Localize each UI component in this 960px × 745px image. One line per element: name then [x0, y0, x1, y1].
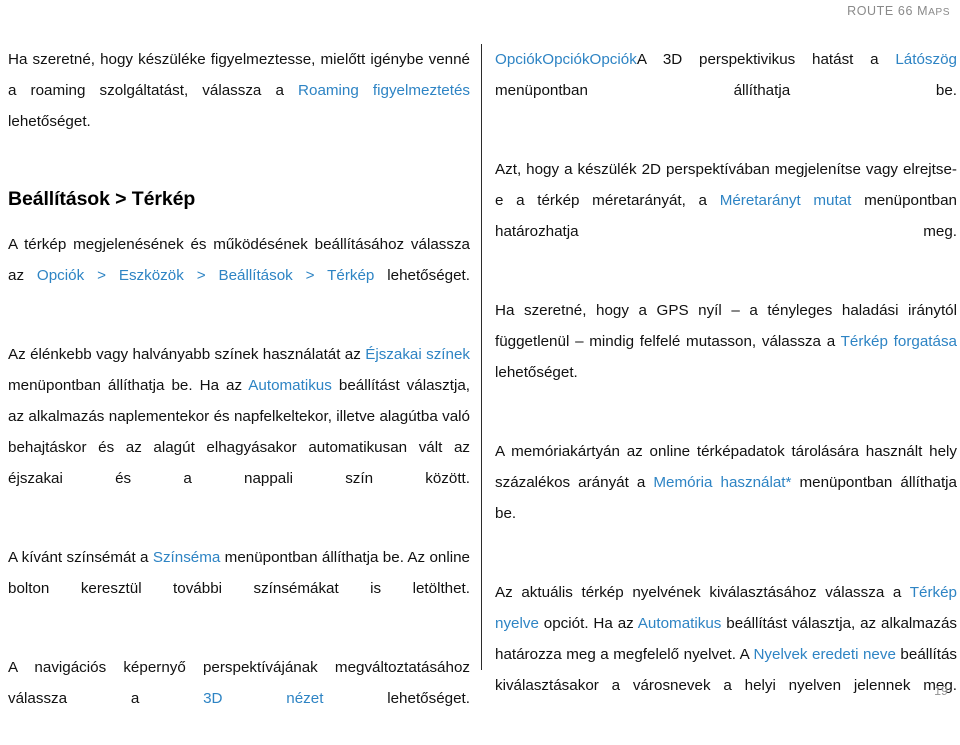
- text-run: menüpontban állíthatja be. Ha az: [8, 377, 249, 394]
- right-column: OpciókOpciókOpciókA 3D perspektivikus ha…: [495, 44, 957, 732]
- text-run: opciót. Ha az: [538, 615, 638, 632]
- text-run: menüpontban állíthatja be.: [495, 82, 957, 99]
- link-automatikus[interactable]: Automatikus: [638, 615, 722, 632]
- paragraph-viewing-angle: OpciókOpciókOpciókA 3D perspektivikus ha…: [495, 44, 957, 137]
- link-opciok-repeated[interactable]: OpciókOpciókOpciók: [495, 51, 637, 68]
- paragraph-night-colors: Az élénkebb vagy halványabb színek haszn…: [8, 339, 470, 525]
- text-run: A 3D perspektivikus hatást a: [636, 51, 896, 68]
- link-memoria-hasznalat[interactable]: Memória használat*: [653, 474, 791, 491]
- breadcrumb-separator: >: [183, 267, 219, 284]
- paragraph-map-rotation: Ha szeretné, hogy a GPS nyíl – a tényleg…: [495, 295, 957, 419]
- link-terkep[interactable]: Térkép: [327, 267, 374, 284]
- link-szinsema[interactable]: Színséma: [153, 549, 221, 566]
- link-meteranyt-mutat[interactable]: Méretarányt mutat: [720, 192, 852, 209]
- left-column: Ha szeretné, hogy készüléke figyelmeztes…: [8, 44, 470, 745]
- column-divider: [481, 44, 482, 670]
- section-heading-beallitasok-terkep: Beállítások > Térkép: [8, 188, 196, 210]
- breadcrumb-separator: >: [84, 267, 119, 284]
- paragraph-roaming-warning: Ha szeretné, hogy készüléke figyelmeztes…: [8, 44, 470, 168]
- text-run: A kívánt színsémát a: [8, 549, 153, 566]
- link-latoszog[interactable]: Látószög: [895, 51, 957, 68]
- paragraph-memory-usage: A memóriakártyán az online térképadatok …: [495, 436, 957, 560]
- link-ejszakai-szinek[interactable]: Éjszakai színek: [365, 346, 470, 363]
- paragraph-map-settings-path: A térkép megjelenésének és működésének b…: [8, 229, 470, 322]
- link-roaming-figyelmeztetes[interactable]: Roaming figyelmeztetés: [298, 82, 470, 99]
- text-run: Az élénkebb vagy halványabb színek haszn…: [8, 346, 366, 363]
- paragraph-3d-view: A navigációs képernyő perspektívájának m…: [8, 652, 470, 745]
- paragraph-show-scale: Azt, hogy a készülék 2D perspektívában m…: [495, 154, 957, 278]
- link-eszkozok[interactable]: Eszközök: [119, 267, 184, 284]
- running-header-word-route: ROUTE: [847, 4, 894, 18]
- running-header: ROUTE 66 MAPS: [847, 4, 950, 18]
- link-opciok[interactable]: Opciók: [37, 267, 84, 284]
- two-column-body: Ha szeretné, hogy készüléke figyelmeztes…: [0, 44, 960, 707]
- running-header-word-maps-rest: APS: [928, 7, 950, 18]
- breadcrumb-separator: >: [292, 267, 328, 284]
- text-run: lehetőséget.: [495, 364, 578, 381]
- link-automatikus[interactable]: Automatikus: [248, 377, 332, 394]
- text-run: lehetőséget.: [323, 690, 470, 707]
- link-nyelvek-eredeti-neve[interactable]: Nyelvek eredeti neve: [753, 646, 895, 663]
- page-number: 19: [934, 684, 948, 698]
- text-run: Az aktuális térkép nyelvének kiválasztás…: [495, 584, 910, 601]
- link-terkep-forgatasa[interactable]: Térkép forgatása: [841, 333, 957, 350]
- running-header-word-maps-initial: M: [917, 4, 929, 18]
- running-header-word-number: 66: [897, 4, 914, 18]
- document-page: ROUTE 66 MAPS Ha szeretné, hogy készülék…: [0, 0, 960, 716]
- link-3d-nezet[interactable]: 3D nézet: [203, 690, 323, 707]
- paragraph-color-scheme: A kívánt színsémát a Színséma menüpontba…: [8, 542, 470, 635]
- link-beallitasok[interactable]: Beállítások: [218, 267, 292, 284]
- text-run: lehetőséget.: [8, 113, 91, 130]
- text-run: lehetőséget.: [374, 267, 470, 284]
- paragraph-map-language: Az aktuális térkép nyelvének kiválasztás…: [495, 577, 957, 732]
